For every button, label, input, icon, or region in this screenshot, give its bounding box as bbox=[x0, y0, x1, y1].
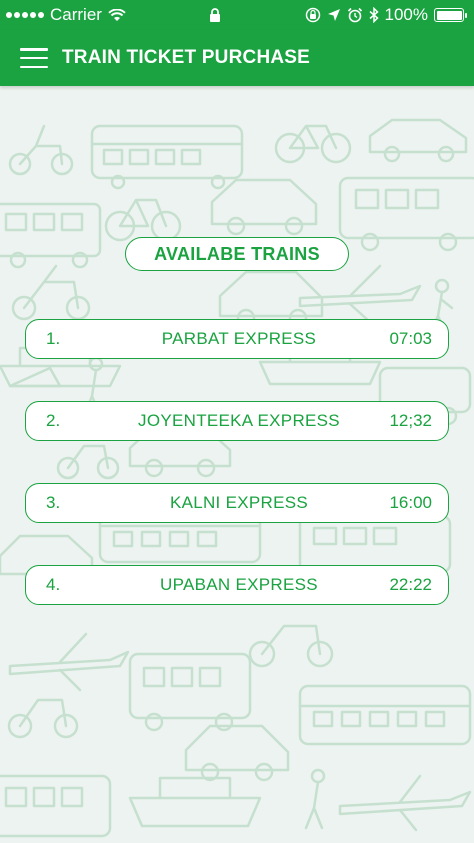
train-name: UPABAN EXPRESS bbox=[160, 575, 318, 594]
status-center bbox=[209, 7, 221, 23]
alarm-icon bbox=[347, 7, 362, 23]
train-name: KALNI EXPRESS bbox=[169, 493, 309, 512]
rotation-lock-icon bbox=[305, 7, 320, 23]
lock-icon bbox=[210, 7, 221, 22]
train-number: 2. bbox=[46, 411, 61, 430]
status-bar: Carrier 100% bbox=[0, 0, 474, 30]
menu-icon[interactable] bbox=[20, 48, 48, 68]
bluetooth-icon bbox=[369, 7, 379, 23]
status-right: 100% bbox=[305, 5, 467, 25]
train-row[interactable]: 4. UPABAN EXPRESS 22:22 bbox=[25, 565, 449, 605]
status-left: Carrier bbox=[6, 5, 126, 25]
train-row[interactable]: 2. JOYENTEEKA EXPRESS 12;32 bbox=[25, 401, 449, 441]
train-time: 12;32 bbox=[389, 411, 432, 430]
train-number: 1. bbox=[46, 329, 61, 348]
train-number: 3. bbox=[46, 493, 61, 512]
train-row[interactable]: 1. PARBAT EXPRESS 07:03 bbox=[25, 319, 449, 359]
train-name: JOYENTEEKA EXPRESS bbox=[138, 411, 340, 430]
page-title: TRAIN TICKET PURCHASE bbox=[62, 47, 311, 68]
battery-label: 100% bbox=[384, 5, 428, 24]
battery-icon bbox=[434, 8, 467, 22]
location-icon bbox=[327, 9, 340, 21]
carrier-label: Carrier bbox=[50, 5, 102, 24]
train-name: PARBAT EXPRESS bbox=[161, 329, 317, 348]
train-number: 4. bbox=[46, 575, 61, 594]
train-time: 22:22 bbox=[389, 575, 432, 594]
wifi-icon bbox=[108, 8, 126, 21]
available-trains-heading: AVAILABE TRAINS bbox=[125, 237, 349, 271]
app-bar: TRAIN TICKET PURCHASE bbox=[0, 30, 474, 86]
signal-icon bbox=[6, 12, 44, 18]
train-time: 07:03 bbox=[389, 329, 432, 348]
train-row[interactable]: 3. KALNI EXPRESS 16:00 bbox=[25, 483, 449, 523]
train-time: 16:00 bbox=[389, 493, 432, 512]
transport-pattern-background bbox=[0, 118, 474, 838]
